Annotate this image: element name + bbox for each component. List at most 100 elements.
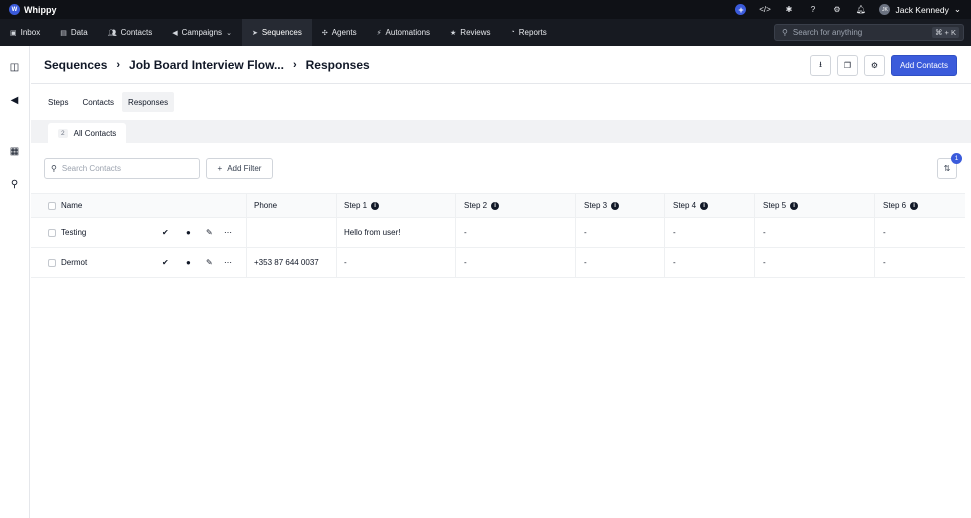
breadcrumb-current: Responses (305, 58, 370, 72)
segment-count: 2 (58, 128, 68, 138)
search-shortcut: ⌘ + K (931, 27, 959, 38)
add-filter-button[interactable]: + Add Filter (206, 158, 273, 179)
table-header: Name Phone Step 1i Step 2i Step 3i Step … (31, 193, 965, 218)
pie-chart-icon: ◔ (510, 29, 515, 36)
plus-icon[interactable]: + (735, 4, 747, 15)
info-icon[interactable]: i (371, 201, 380, 210)
contact-phone: +353 87 644 0037 (254, 258, 319, 267)
column-header-label: Step 1 (344, 201, 368, 210)
nav-label: Automations (385, 28, 431, 37)
user-menu[interactable]: JK Jack Kennedy ⌄ (879, 4, 961, 15)
column-header-step-5[interactable]: Step 5i (763, 194, 799, 217)
nav-item-campaigns[interactable]: ◀ Campaigns ⌄ (162, 19, 242, 46)
edit-icon[interactable]: ✎ (206, 248, 213, 277)
gear-icon[interactable]: ⚙ (831, 4, 842, 15)
nav-item-reports[interactable]: ◔ Reports (501, 19, 557, 46)
top-bar: W Whippy + </> ✱ ? ⚙ 🔔︎ JK Jack Kennedy … (0, 0, 971, 19)
nav-item-inbox[interactable]: ▣ Inbox (0, 19, 50, 46)
column-header-phone[interactable]: Phone (254, 194, 277, 217)
tab-contacts[interactable]: Contacts (76, 92, 120, 112)
search-placeholder: Search for anything (792, 28, 863, 37)
nav-item-sequences[interactable]: ➤ Sequences (241, 19, 312, 46)
more-icon[interactable]: ⋯ (224, 248, 232, 277)
breadcrumb-sequences[interactable]: Sequences (44, 58, 107, 72)
global-search-input[interactable]: ⚲ Search for anything ⌘ + K (774, 24, 964, 41)
contact-name[interactable]: Dermot (61, 248, 87, 277)
select-all-checkbox[interactable] (48, 194, 56, 217)
page-header: Sequences › Job Board Interview Flow... … (31, 46, 971, 84)
search-icon[interactable]: ⚲ (9, 179, 20, 190)
table-row[interactable]: Testing ✔ ● ✎ ⋯ Hello from user! - - - -… (31, 218, 965, 248)
info-icon[interactable]: i (910, 201, 919, 210)
column-header-label: Step 6 (883, 201, 907, 210)
copy-icon: ❐ (843, 61, 852, 70)
info-icon[interactable]: i (700, 201, 709, 210)
responses-table: Name Phone Step 1i Step 2i Step 3i Step … (31, 193, 965, 278)
message-icon[interactable]: ● (186, 218, 191, 247)
megaphone-icon[interactable]: ◀ (9, 95, 20, 106)
contact-name[interactable]: Testing (61, 218, 86, 247)
row-checkbox[interactable] (48, 218, 56, 247)
add-filter-label: Add Filter (227, 164, 262, 173)
whippy-logo-icon: W (9, 4, 20, 15)
chevron-down-icon: ⌄ (226, 29, 232, 37)
brand[interactable]: W Whippy (9, 4, 57, 15)
avatar: JK (879, 4, 891, 15)
sequence-icon: ➤ (251, 29, 258, 37)
download-icon: ⭳ (819, 59, 822, 69)
step-3-response: - (584, 258, 587, 267)
main-nav: ▣ Inbox ▤ Data 👥︎ Contacts ◀ Campaigns ⌄ ➤ Seq… (0, 19, 971, 46)
column-header-name[interactable]: Name (61, 194, 82, 217)
column-header-label: Step 5 (763, 201, 787, 210)
chevron-right-icon: › (292, 59, 297, 71)
checkmark-icon[interactable]: ✔ (162, 218, 169, 247)
column-header-step-4[interactable]: Step 4i (673, 194, 709, 217)
add-contacts-button[interactable]: Add Contacts (890, 55, 957, 76)
puzzle-icon[interactable]: ✱ (783, 4, 794, 15)
table-row[interactable]: Dermot ✔ ● ✎ ⋯ +353 87 644 0037 - - - - … (31, 248, 965, 278)
info-icon[interactable]: i (491, 201, 500, 210)
step-1-response: - (344, 258, 347, 267)
step-4-response: - (673, 258, 676, 267)
nav-item-automations[interactable]: ⚡︎ Automations (367, 19, 440, 46)
sidebar-toggle-icon[interactable]: ◫ (9, 62, 20, 73)
nav-item-agents[interactable]: ✣ Agents (312, 19, 367, 46)
checkmark-icon[interactable]: ✔ (162, 248, 169, 277)
more-icon[interactable]: ⋯ (224, 218, 232, 247)
code-icon[interactable]: </> (759, 4, 771, 15)
app-name: Whippy (24, 4, 57, 15)
nav-label: Sequences (261, 28, 302, 37)
settings-button[interactable]: ⚙ (863, 55, 885, 76)
tab-responses[interactable]: Responses (122, 92, 175, 112)
step-3-response: - (584, 228, 587, 237)
nav-item-reviews[interactable]: ★ Reviews (440, 19, 501, 46)
download-button[interactable]: ⭳ (809, 55, 831, 76)
message-icon[interactable]: ● (186, 248, 191, 277)
help-icon[interactable]: ? (807, 4, 818, 15)
tab-steps[interactable]: Steps (42, 92, 74, 112)
column-header-step-3[interactable]: Step 3i (584, 194, 620, 217)
agents-icon: ✣ (321, 29, 328, 37)
info-icon[interactable]: i (611, 201, 620, 210)
column-header-step-6[interactable]: Step 6i (883, 194, 919, 217)
chevron-down-icon: ⌄ (953, 4, 961, 14)
step-4-response: - (673, 228, 676, 237)
column-header-step-1[interactable]: Step 1i (344, 194, 380, 217)
duplicate-button[interactable]: ❐ (836, 55, 858, 76)
breadcrumb-sequence-name[interactable]: Job Board Interview Flow... (129, 58, 284, 72)
info-icon[interactable]: i (790, 201, 799, 210)
chevron-right-icon: › (116, 59, 121, 71)
row-checkbox[interactable] (48, 248, 56, 277)
sort-count-badge: 1 (951, 153, 962, 164)
column-header-label: Step 2 (464, 201, 488, 210)
column-header-step-2[interactable]: Step 2i (464, 194, 500, 217)
edit-icon[interactable]: ✎ (206, 218, 213, 247)
nav-item-data[interactable]: ▤ Data (50, 19, 98, 46)
nav-item-contacts[interactable]: 👥︎ Contacts (98, 19, 162, 46)
bell-icon[interactable]: 🔔︎ (855, 4, 866, 15)
nav-label: Reports (518, 28, 547, 37)
search-contacts-input[interactable]: ⚲ Search Contacts (44, 158, 200, 179)
star-icon: ★ (450, 29, 457, 37)
layout-icon[interactable]: ▦ (9, 146, 20, 157)
segment-tab-all-contacts[interactable]: 2 All Contacts (48, 123, 127, 143)
